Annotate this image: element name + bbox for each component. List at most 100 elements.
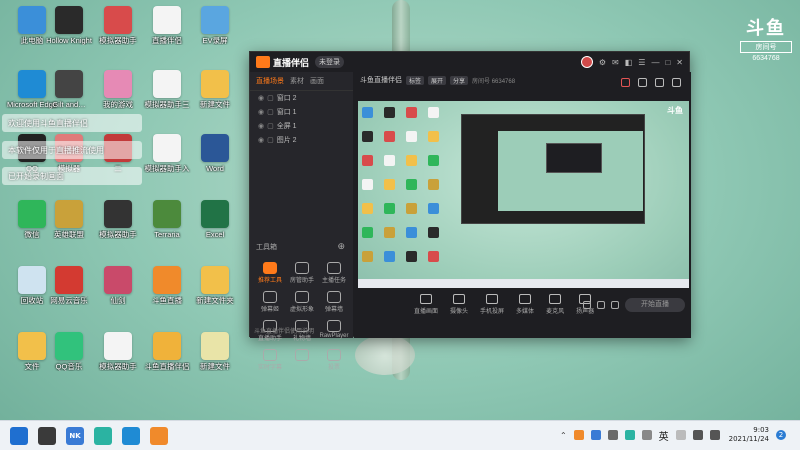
- scene-label: 窗口 1: [276, 109, 297, 116]
- stream-preview[interactable]: 斗鱼: [358, 101, 689, 288]
- app-tray-icon[interactable]: [590, 430, 601, 440]
- tab-materials[interactable]: 素材: [290, 76, 304, 86]
- avatar[interactable]: [580, 56, 593, 68]
- gear-icon[interactable]: [611, 301, 619, 309]
- desktop-icon[interactable]: 新建文件: [186, 70, 244, 109]
- toolbox-item[interactable]: 实时字幕: [254, 349, 286, 371]
- scene-label: 图片 2: [276, 137, 297, 144]
- toolbox-item[interactable]: 弹幕姬: [254, 291, 286, 313]
- desktop-icon[interactable]: 新建文件: [186, 332, 244, 371]
- eye-icon[interactable]: ◉: [258, 94, 264, 102]
- title-bar[interactable]: 直播伴侣 未登录 ⚙ ✉ ◧ ☰ — □ ✕: [250, 52, 689, 72]
- tool-label: 虚拟形象: [289, 307, 314, 313]
- layout-icon[interactable]: [638, 78, 647, 87]
- start-stream-button[interactable]: 开始直播: [625, 298, 685, 312]
- source-control-button[interactable]: 摄像头: [450, 294, 468, 315]
- lock-icon[interactable]: ▢: [267, 122, 274, 130]
- file-icon: [153, 6, 181, 34]
- source-control-button[interactable]: 直播画面: [414, 294, 438, 315]
- windows-start-icon[interactable]: [10, 427, 28, 445]
- preview-desktop-icon: [384, 227, 395, 238]
- file-icon: [201, 332, 229, 360]
- settings-icon[interactable]: [597, 301, 605, 309]
- ime-icon[interactable]: [675, 430, 686, 440]
- toolbox-item[interactable]: 房管助手: [286, 262, 318, 284]
- clock-date: 2021/11/24: [728, 435, 769, 443]
- settings-icon[interactable]: ⚙: [599, 58, 606, 67]
- preview-desktop-icon: [384, 107, 395, 118]
- scene-item[interactable]: ◉ ▢ 图片 2: [250, 133, 353, 147]
- preview-desktop-icon: [406, 155, 417, 166]
- notification-badge[interactable]: 2: [776, 430, 786, 440]
- app-icon[interactable]: NK: [66, 427, 84, 445]
- menu-icon[interactable]: ☰: [638, 58, 645, 67]
- scene-item[interactable]: ◉ ▢ 全屏 1: [250, 119, 353, 133]
- toolbox-item[interactable]: RawPlayer: [318, 320, 350, 342]
- add-tool-icon[interactable]: ⊕: [337, 241, 345, 252]
- lock-icon[interactable]: ▢: [267, 108, 274, 116]
- app-tray-icon[interactable]: [624, 430, 635, 440]
- login-status-chip[interactable]: 未登录: [315, 56, 345, 68]
- battery-icon[interactable]: [607, 430, 618, 440]
- gift-icon[interactable]: [621, 78, 630, 87]
- live-assistant-window[interactable]: 直播伴侣 未登录 ⚙ ✉ ◧ ☰ — □ ✕ 直播场景 素材 画面 ◉ ▢ 窗口 2…: [249, 51, 691, 371]
- lock-icon[interactable]: ▢: [267, 136, 274, 144]
- tab-canvas[interactable]: 画面: [310, 76, 324, 86]
- app-icon[interactable]: [94, 427, 112, 445]
- game-icon: [104, 70, 132, 98]
- douyu-icon[interactable]: [150, 427, 168, 445]
- tool-label: 投票: [327, 365, 340, 371]
- toolbox-item[interactable]: 推荐工具: [254, 262, 286, 284]
- help-link[interactable]: 斗鱼直播伴侣使用说明: [254, 326, 314, 335]
- share-chip[interactable]: 分享: [450, 75, 469, 85]
- source-control-button[interactable]: 多媒体: [516, 294, 534, 315]
- message-icon[interactable]: ✉: [612, 58, 619, 67]
- maximize-icon[interactable]: □: [665, 58, 670, 67]
- tab-scenes[interactable]: 直播场景: [256, 76, 284, 86]
- douyu-tray-icon[interactable]: [573, 430, 584, 440]
- record-icon[interactable]: [583, 301, 591, 309]
- source-control-button[interactable]: 麦克风: [546, 294, 564, 315]
- tool-icon: [327, 291, 341, 303]
- scene-item[interactable]: ◉ ▢ 窗口 1: [250, 105, 353, 119]
- main-panel: 斗鱼直播伴侣 标签 展开 分享 房间号 6634768 斗鱼 直播画面 摄像头 手机…: [354, 72, 691, 338]
- lock-icon[interactable]: ▢: [267, 94, 274, 102]
- desktop-icon[interactable]: 新建文件夹: [186, 266, 244, 305]
- eye-icon[interactable]: ◉: [258, 108, 264, 116]
- eye-icon[interactable]: ◉: [258, 122, 264, 130]
- taskbar-pins: NK: [10, 427, 168, 445]
- desktop-icon[interactable]: EV录屏: [186, 6, 244, 45]
- tool-label: 主播任务: [321, 278, 346, 284]
- room-id: 房间号 6634768: [472, 78, 516, 85]
- scene-label: 全屏 1: [276, 123, 297, 130]
- desktop-icon[interactable]: Word: [186, 134, 244, 173]
- skin-icon[interactable]: ◧: [625, 58, 633, 67]
- toolbox-item[interactable]: 虚拟形象: [286, 291, 318, 313]
- toolbox-item[interactable]: 弹幕墙: [318, 291, 350, 313]
- network-icon[interactable]: [692, 430, 703, 440]
- source-control-button[interactable]: 手机投屏: [480, 294, 504, 315]
- notification-icon[interactable]: [655, 78, 664, 87]
- volume-icon[interactable]: [709, 430, 720, 440]
- close-icon[interactable]: ✕: [676, 58, 683, 67]
- share-icon[interactable]: [672, 78, 681, 87]
- source-label: 直播画面: [414, 309, 439, 315]
- expand-chip[interactable]: 展开: [428, 75, 447, 85]
- microphone-icon[interactable]: [641, 430, 652, 440]
- tag-chip[interactable]: 标签: [406, 75, 425, 85]
- toolbox-item[interactable]: 主播任务: [318, 262, 350, 284]
- minimize-icon[interactable]: —: [651, 58, 659, 67]
- clock[interactable]: 9:03 2021/11/24: [729, 426, 769, 444]
- stream-title[interactable]: 斗鱼直播伴侣: [360, 75, 402, 85]
- edge-icon[interactable]: [122, 427, 140, 445]
- toolbox-item[interactable]: [286, 349, 318, 371]
- desktop-icon[interactable]: Excel: [186, 200, 244, 239]
- input-language-indicator[interactable]: 英: [659, 428, 669, 443]
- tool-label: 推荐工具: [257, 278, 282, 284]
- chevron-up-icon[interactable]: ⌃: [560, 431, 567, 440]
- file-explorer-icon[interactable]: [38, 427, 56, 445]
- scene-item[interactable]: ◉ ▢ 窗口 2: [250, 91, 353, 105]
- eye-icon[interactable]: ◉: [258, 136, 264, 144]
- app-title: 直播伴侣: [273, 57, 310, 68]
- toolbox-item[interactable]: 投票: [318, 349, 350, 371]
